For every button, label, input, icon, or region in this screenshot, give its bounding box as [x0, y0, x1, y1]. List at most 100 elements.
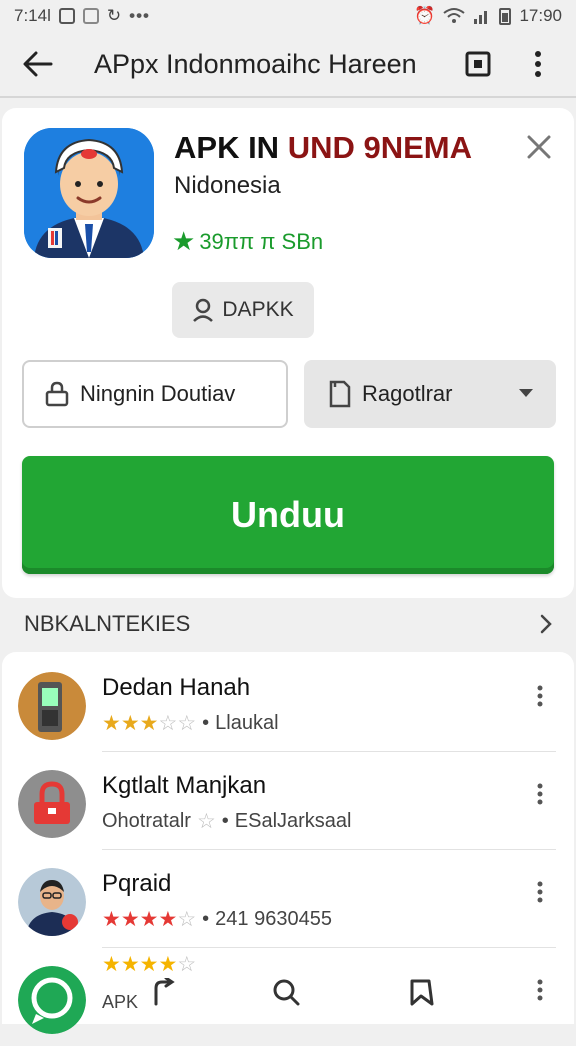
download-button-label: Unduu [231, 494, 345, 535]
list-item-prefix: Ohotratalr [102, 810, 191, 832]
status-right: ⏰ 17:90 [414, 6, 562, 26]
developer-name[interactable]: Nidonesia [174, 172, 281, 200]
star-icon: ★ [120, 712, 140, 735]
screen-icon [465, 51, 491, 77]
device-icon [18, 672, 86, 740]
back-button[interactable] [18, 44, 58, 84]
signal-icon [474, 11, 488, 24]
star-icon: ☆ [196, 810, 216, 833]
wifi-icon [443, 8, 466, 23]
star-icon: ★ [158, 908, 178, 931]
section-title: NBKALNTEKIES [24, 611, 191, 636]
star-icon: ☆ [177, 908, 197, 931]
status-battery-time: 17:90 [519, 6, 562, 25]
list-item[interactable]: Dedan Hanah ★ ★ ★ ☆ ☆ • Llaukal [2, 656, 574, 752]
list-item-meta: Llaukal [215, 712, 279, 734]
lock-app-icon [18, 770, 86, 838]
back-gesture-icon [154, 978, 175, 1006]
star-icon: ★ [139, 908, 159, 931]
list-item-sub: ★ ★ ★ ☆ ☆ • Llaukal [102, 712, 279, 735]
list-item-meta: ESalJarksaal [234, 810, 352, 832]
list-item[interactable]: Kgtlalt Manjkan Ohotratalr ☆ • ESalJarks… [2, 754, 574, 850]
nav-search-button[interactable] [266, 972, 306, 1012]
search-icon [273, 979, 300, 1006]
more-vert-icon [537, 881, 543, 903]
divider [102, 849, 556, 850]
secondary-action-label: Ningnin Doutiav [80, 381, 236, 406]
app-icon [18, 868, 86, 936]
tag-icon [410, 979, 434, 1006]
list-item-meta: 241 9630455 [215, 908, 332, 930]
star-icon: ★ [139, 712, 159, 735]
separator-dot: • [202, 908, 210, 930]
divider [102, 947, 556, 948]
person-icon [193, 298, 214, 322]
app-name: APK IN UND 9NEMA [174, 130, 472, 166]
section-header[interactable]: NBKALNTEKIES [0, 600, 576, 648]
chevron-right-icon [540, 614, 552, 634]
app-icon [24, 128, 154, 258]
star-icon: ☆ [177, 712, 197, 735]
more-vert-icon [537, 783, 543, 805]
rating-stars: ★ ★ ★ ★ ☆ [102, 909, 196, 930]
nav-bookmark-button[interactable] [402, 972, 442, 1012]
more-vert-icon [537, 685, 543, 707]
chevron-down-icon [519, 389, 533, 397]
close-icon [527, 135, 551, 159]
list-item-sub: ★ ★ ★ ★ ☆ • 241 9630455 [102, 908, 332, 931]
status-left: 7:14l ↻ ••• [14, 6, 150, 26]
more-vert-icon [535, 51, 541, 77]
arrow-left-icon [23, 51, 53, 77]
cast-button[interactable] [458, 44, 498, 84]
separator-dot: • [221, 810, 229, 832]
battery-icon [499, 8, 512, 25]
list-item-name: Pqraid [102, 870, 172, 897]
star-icon: ☆ [158, 712, 178, 735]
document-icon [329, 380, 351, 408]
app-detail-card: APK IN UND 9NEMA Nidonesia ★ 39ππ π SBn … [2, 108, 574, 598]
list-item-sub: Ohotratalr ☆ • ESalJarksaal [102, 810, 352, 833]
status-time: 7:14l [14, 6, 51, 25]
more-notifications-dots: ••• [129, 6, 150, 25]
chip-label: DAPKK [222, 298, 294, 321]
notification-icon-2 [82, 8, 99, 24]
rating-text: 39ππ π SBn [199, 228, 324, 254]
more-options-button[interactable] [526, 874, 554, 910]
alarm-icon: ⏰ [414, 6, 436, 25]
rating-stars: ★ ★ ★ ☆ ☆ [102, 713, 196, 734]
more-options-button[interactable] [526, 678, 554, 714]
overflow-menu-button[interactable] [518, 44, 558, 84]
category-select[interactable]: Ragotlrar [304, 360, 556, 428]
app-rating: ★ 39ππ π SBn [172, 226, 323, 257]
more-options-button[interactable] [526, 776, 554, 812]
app-bar: APpx Indonmoaihc Hareen [0, 32, 576, 98]
secondary-action-button[interactable]: Ningnin Doutiav [22, 360, 288, 428]
separator-dot: • [202, 712, 210, 734]
bottom-navigation [0, 960, 576, 1024]
download-button[interactable]: Unduu [22, 456, 554, 574]
info-chip[interactable]: DAPKK [172, 282, 314, 338]
list-item-name: Kgtlalt Manjkan [102, 772, 267, 799]
rating-stars: ☆ [197, 811, 216, 832]
star-icon: ★ [172, 226, 196, 256]
close-button[interactable] [522, 130, 556, 164]
app-name-part1: APK IN [174, 130, 288, 165]
notification-icon [58, 8, 75, 24]
list-item-name: Dedan Hanah [102, 674, 251, 701]
nav-back-button[interactable] [144, 972, 184, 1012]
app-name-part2: UND 9NEMA [287, 130, 472, 165]
select-label: Ragotlrar [362, 381, 453, 406]
person-avatar-icon [18, 868, 86, 936]
star-icon: ★ [102, 712, 121, 735]
page-title: APpx Indonmoaihc Hareen [94, 48, 417, 79]
list-item[interactable]: Pqraid ★ ★ ★ ★ ☆ • 241 9630455 [2, 852, 574, 948]
divider [102, 751, 556, 752]
avatar-illustration [24, 128, 154, 258]
app-icon [18, 770, 86, 838]
status-bar: 7:14l ↻ ••• ⏰ 17:90 [0, 0, 576, 32]
star-icon: ★ [102, 908, 121, 931]
lock-icon [45, 381, 69, 407]
app-icon [18, 672, 86, 740]
sync-icon: ↻ [106, 6, 122, 25]
star-icon: ★ [120, 908, 140, 931]
